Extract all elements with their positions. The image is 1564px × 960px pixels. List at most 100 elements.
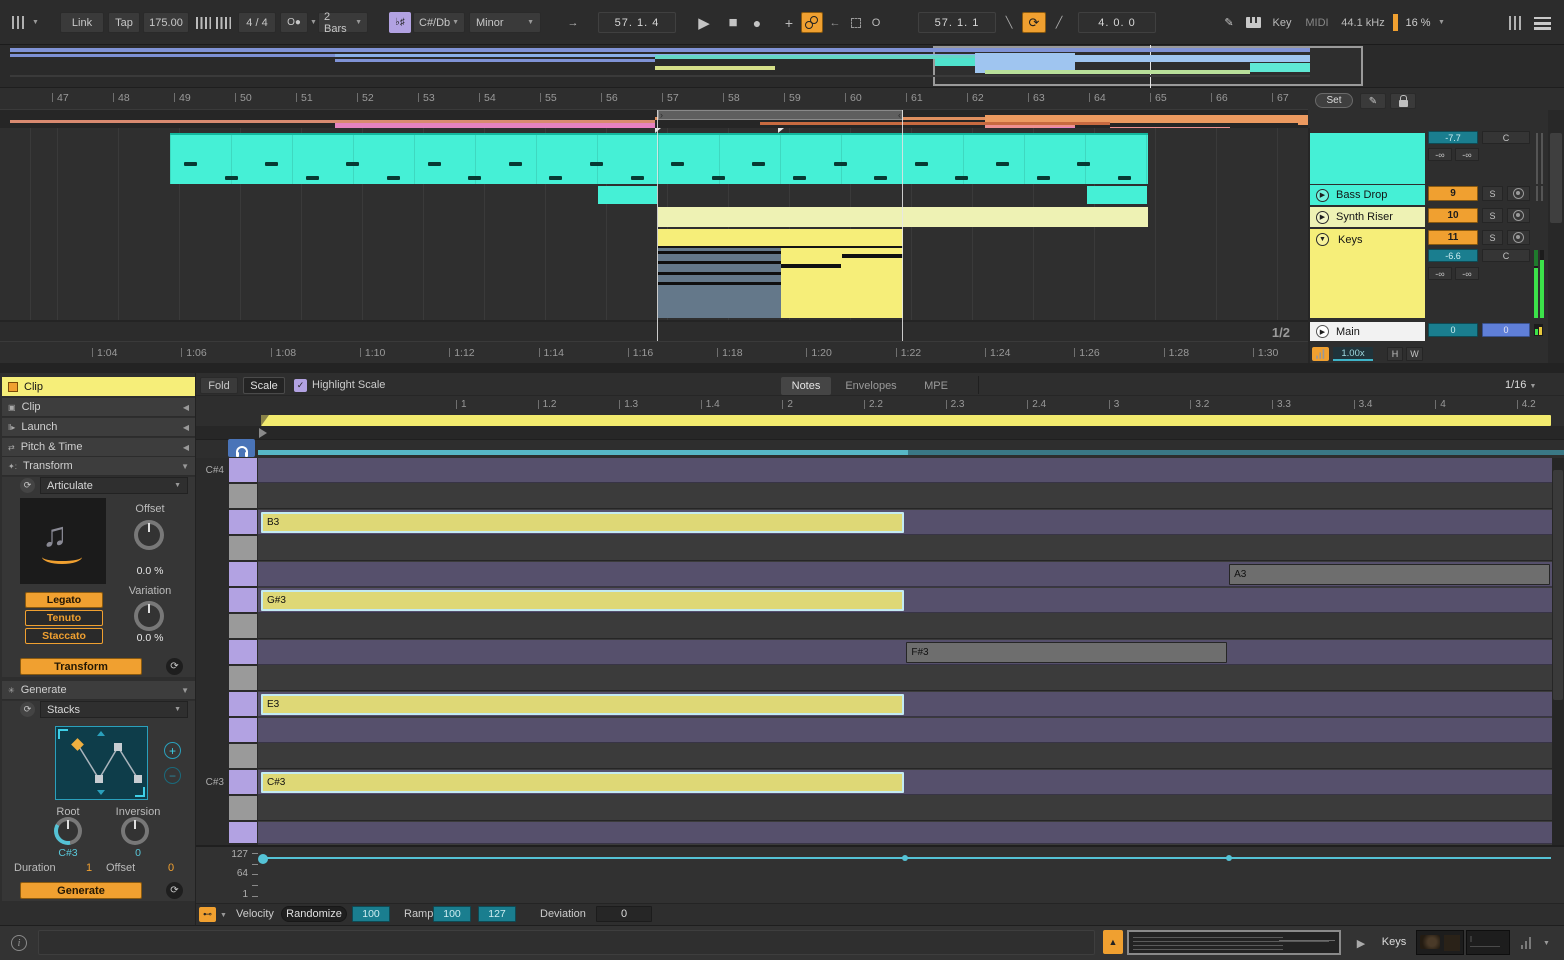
track-volume-field[interactable]: -6.6 xyxy=(1428,249,1478,262)
punch-in-button[interactable]: ╲ xyxy=(1000,12,1018,33)
solo-button[interactable]: S xyxy=(1482,208,1503,223)
solo-button[interactable]: S xyxy=(1482,186,1503,201)
fold-button[interactable]: Fold xyxy=(200,377,238,394)
midi-note-grid[interactable]: B3A3G#3F#3E3C#3 xyxy=(258,458,1552,845)
piano-key-in-scale[interactable] xyxy=(229,588,257,613)
lock-envelopes-button[interactable] xyxy=(1390,93,1416,109)
ramp-from-field[interactable]: 100 xyxy=(433,906,471,922)
key-map-button[interactable]: Key xyxy=(1266,12,1298,33)
piano-key[interactable] xyxy=(229,744,257,769)
groove-pool-icon[interactable]: O● xyxy=(280,12,308,33)
computer-midi-keyboard-button[interactable] xyxy=(1242,12,1264,33)
selection-left-handle[interactable]: › xyxy=(660,111,663,119)
bass-drop-take-clip[interactable] xyxy=(1087,186,1147,204)
scale-fold-button[interactable]: Scale xyxy=(243,377,285,394)
link-button[interactable]: Link xyxy=(60,12,104,33)
arrangement-scrollbar[interactable] xyxy=(1548,110,1564,363)
staccato-button[interactable]: Staccato xyxy=(25,628,103,644)
velocity-marker[interactable] xyxy=(258,854,268,864)
section-clip[interactable]: ▣ Clip ◀ xyxy=(2,398,195,417)
note-row[interactable] xyxy=(258,744,1552,769)
transform-refresh-icon[interactable]: ⟳ xyxy=(20,478,35,493)
record-button[interactable]: ● xyxy=(746,10,768,35)
mixer-view-icon[interactable] xyxy=(1506,14,1524,31)
device-thumbnail[interactable] xyxy=(1466,930,1510,955)
re-enable-automation-button[interactable]: ← xyxy=(827,12,843,33)
capture-midi-button[interactable] xyxy=(847,12,865,33)
note-row[interactable] xyxy=(258,484,1552,509)
tab-envelopes[interactable]: Envelopes xyxy=(836,377,906,395)
highlight-scale-checkbox[interactable]: ✓ xyxy=(294,379,307,392)
selection-left-edge[interactable] xyxy=(657,110,658,363)
new-button[interactable]: + xyxy=(780,12,798,33)
piano-key[interactable] xyxy=(229,614,257,639)
gen-offset-value[interactable]: 0 xyxy=(168,862,174,874)
midi-note-a3[interactable]: A3 xyxy=(1229,564,1550,585)
piano-key[interactable] xyxy=(229,536,257,561)
note-row[interactable] xyxy=(258,640,1552,665)
piano-key[interactable] xyxy=(229,484,257,509)
tab-notes[interactable]: Notes xyxy=(781,377,831,395)
audition-mode-icon[interactable] xyxy=(1312,347,1329,361)
main-volume-field[interactable]: 0 xyxy=(1428,323,1478,337)
track-volume-field[interactable]: -7.7 xyxy=(1428,131,1478,144)
track-fold-icon[interactable]: ▼ xyxy=(1316,233,1329,246)
piano-key-in-scale[interactable] xyxy=(229,640,257,665)
clip-loop-bar[interactable] xyxy=(261,415,1551,426)
menu-icon[interactable] xyxy=(1531,15,1553,32)
track-header-bass-drop[interactable]: ▶ Bass Drop xyxy=(1310,185,1425,205)
bass-drop-clip[interactable] xyxy=(170,133,1148,184)
legato-button[interactable]: Legato xyxy=(25,592,103,608)
piano-key-in-scale[interactable] xyxy=(229,458,257,483)
arrangement-track-area[interactable]: 1/2 xyxy=(0,128,1308,341)
arrangement-position-display[interactable]: 57. 1. 4 xyxy=(598,12,676,33)
track-color-block[interactable] xyxy=(1310,133,1425,184)
scale-name-menu[interactable]: Minor▼ xyxy=(469,12,541,33)
preview-play-button[interactable]: ▶ xyxy=(1350,932,1372,954)
show-push-button[interactable]: ▲ xyxy=(1103,930,1123,954)
tenuto-button[interactable]: Tenuto xyxy=(25,610,103,626)
follow-icon[interactable]: → xyxy=(560,12,586,33)
loop-start-marker[interactable] xyxy=(261,415,269,426)
randomize-button[interactable]: Randomize xyxy=(281,906,347,922)
transform-reroll-button[interactable]: ⟳ xyxy=(166,658,183,675)
collapse-icon[interactable]: ◀ xyxy=(183,443,189,452)
track-send-a-field[interactable]: -∞ xyxy=(1428,267,1452,280)
midi-channel-box[interactable]: 11 xyxy=(1428,230,1478,245)
track-pan-field[interactable]: C xyxy=(1482,249,1530,262)
piano-key-in-scale[interactable] xyxy=(229,822,257,844)
note-row[interactable] xyxy=(258,614,1552,639)
section-generate[interactable]: ✳ Generate ▼ xyxy=(2,681,195,700)
grid-size-menu[interactable]: 1/16 ▼ xyxy=(1505,379,1536,391)
device-toggle-button[interactable] xyxy=(1507,186,1530,201)
track-send-b-field[interactable]: -∞ xyxy=(1455,267,1479,280)
draw-mode-button[interactable]: ✎ xyxy=(1218,12,1240,33)
piano-key-in-scale[interactable] xyxy=(229,562,257,587)
device-toggle-button[interactable] xyxy=(1507,208,1530,223)
lane-chevron-icon[interactable]: ▼ xyxy=(220,912,227,919)
selection-right-edge[interactable] xyxy=(902,110,903,363)
transform-mode-menu[interactable]: Articulate ▼ xyxy=(40,477,188,494)
time-signature-field[interactable]: 4 / 4 xyxy=(238,12,276,33)
solo-button[interactable]: S xyxy=(1482,230,1503,245)
quantize-menu[interactable]: 2 Bars▼ xyxy=(318,12,368,33)
keys-clip-body[interactable] xyxy=(781,248,903,318)
device-thumbnail[interactable] xyxy=(1416,930,1464,955)
track-header-keys[interactable]: ▼ Keys xyxy=(1310,229,1425,318)
scrub-area[interactable] xyxy=(196,426,1564,440)
section-launch[interactable]: ‖▸ Launch ◀ xyxy=(2,418,195,437)
generate-mode-menu[interactable]: Stacks ▼ xyxy=(40,701,188,718)
midi-note-fs3[interactable]: F#3 xyxy=(906,642,1227,663)
add-voice-button[interactable]: + xyxy=(164,742,181,759)
zoom-level-field[interactable]: 1.00x xyxy=(1333,347,1373,361)
nudge-down-icon[interactable] xyxy=(194,16,212,30)
track-header-synth-riser[interactable]: ▶ Synth Riser xyxy=(1310,207,1425,227)
collapse-icon[interactable]: ◀ xyxy=(183,403,189,412)
velocity-marker[interactable] xyxy=(1226,855,1232,861)
play-button[interactable]: ▶ xyxy=(692,10,716,35)
track-play-icon[interactable]: ▶ xyxy=(1316,211,1329,224)
groove-chevron-icon[interactable]: ▼ xyxy=(310,19,317,26)
note-row[interactable] xyxy=(258,666,1552,691)
piano-key-in-scale[interactable] xyxy=(229,510,257,535)
midi-note-b3[interactable]: B3 xyxy=(261,512,904,533)
